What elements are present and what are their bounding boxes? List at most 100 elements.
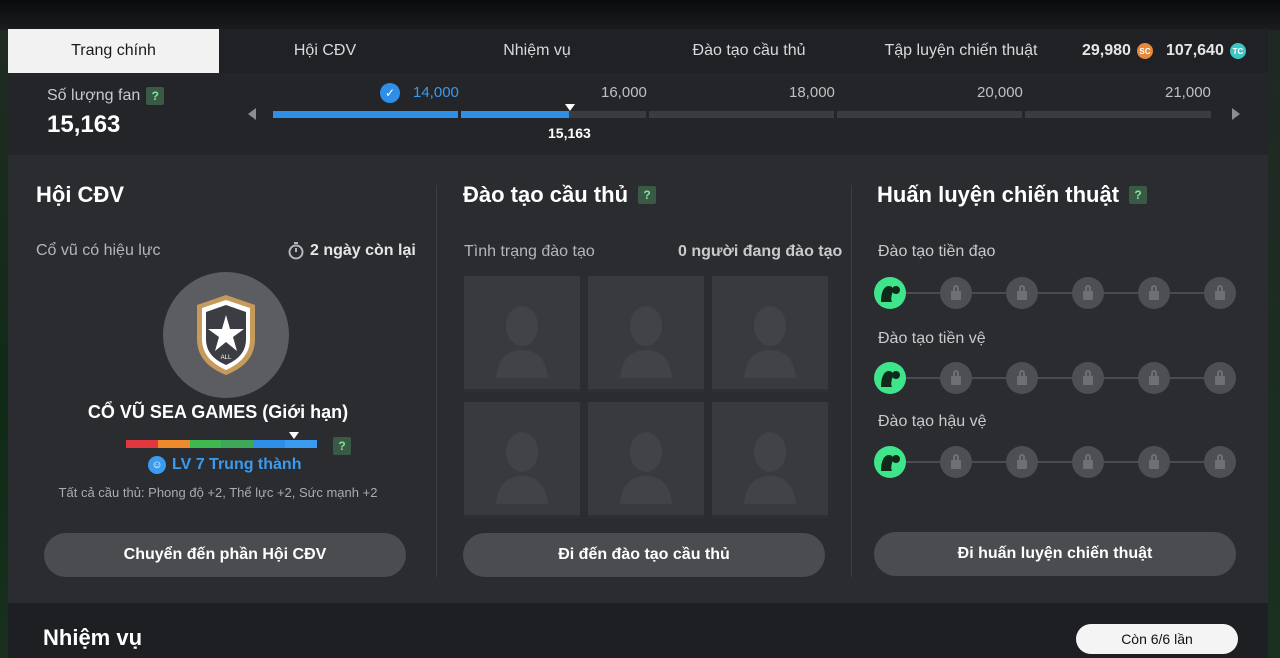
- help-icon[interactable]: ?: [638, 186, 657, 204]
- training-slot[interactable]: [588, 276, 704, 392]
- cheer-name: CỔ VŨ SEA GAMES (Giới hạn): [87, 402, 349, 422]
- player-silhouette-icon: [744, 306, 796, 378]
- go-to-tactical-training-button[interactable]: Đi huấn luyện chiến thuật: [874, 532, 1236, 576]
- locked-node[interactable]: [1072, 362, 1104, 394]
- level-segment: [126, 440, 158, 448]
- tc-currency: 107,640 TC: [1166, 29, 1246, 73]
- missions-section: Nhiệm vụ Còn 6/6 lần: [8, 603, 1268, 658]
- locked-node[interactable]: [1204, 446, 1236, 478]
- section-title: Đào tạo cầu thủ: [463, 182, 629, 207]
- player-silhouette-icon: [620, 432, 672, 504]
- missions-title: Nhiệm vụ: [43, 625, 143, 650]
- player-silhouette-icon: [620, 306, 672, 378]
- locked-node[interactable]: [1204, 277, 1236, 309]
- milestone-label: 16,000: [601, 84, 647, 101]
- background-pitch-right: [1268, 30, 1280, 658]
- locked-node[interactable]: [1138, 277, 1170, 309]
- locked-node[interactable]: [1072, 446, 1104, 478]
- lock-icon: [1149, 369, 1159, 385]
- locked-node[interactable]: [1072, 277, 1104, 309]
- tactical-training-section: Huấn luyện chiến thuật ? Đào tạo tiền đạ…: [852, 155, 1268, 603]
- training-slot[interactable]: [712, 402, 828, 518]
- forward-training-track: [874, 277, 1236, 309]
- sc-currency: 29,980 SC: [1082, 29, 1153, 73]
- progress-segment: [837, 111, 1022, 118]
- tab-player-training[interactable]: Đào tạo cầu thủ: [643, 29, 855, 73]
- checkmark-icon: ✓: [380, 83, 400, 103]
- level-segment: [285, 440, 317, 448]
- lock-icon: [1149, 284, 1159, 300]
- milestone-label: 14,000: [413, 84, 459, 101]
- player-ball-icon: [881, 455, 900, 471]
- locked-node[interactable]: [940, 362, 972, 394]
- progress-fill: [461, 111, 569, 118]
- background-pitch-left: [0, 30, 8, 658]
- remaining-attempts-badge: Còn 6/6 lần: [1076, 624, 1238, 654]
- training-slot[interactable]: [464, 276, 580, 392]
- training-slot[interactable]: [712, 276, 828, 392]
- cheer-badge: ALL: [163, 272, 289, 398]
- lock-icon: [1083, 284, 1093, 300]
- locked-node[interactable]: [1138, 362, 1170, 394]
- lock-icon: [1215, 284, 1225, 300]
- time-remaining: 2 ngày còn lại: [288, 242, 416, 260]
- locked-node[interactable]: [1006, 277, 1038, 309]
- badge-text: ALL: [221, 355, 232, 361]
- locked-node[interactable]: [940, 277, 972, 309]
- tab-fan-club[interactable]: Hội CĐV: [219, 29, 431, 73]
- lock-icon: [951, 453, 961, 469]
- scroll-left-arrow-icon[interactable]: [248, 108, 256, 120]
- active-training-node-icon[interactable]: [874, 277, 906, 309]
- sc-balance: 29,980: [1082, 42, 1131, 59]
- defense-training-track: [874, 446, 1236, 478]
- active-training-node-icon[interactable]: [874, 446, 906, 478]
- go-to-fan-club-button[interactable]: Chuyển đến phần Hội CĐV: [44, 533, 406, 577]
- locked-node[interactable]: [940, 446, 972, 478]
- bonus-description: Tất cả cầu thủ: Phong độ +2, Thể lực +2,…: [58, 485, 378, 500]
- fan-progress-track: [273, 111, 1211, 118]
- time-remaining-text: 2 ngày còn lại: [310, 242, 416, 259]
- player-ball-icon: [881, 371, 900, 387]
- go-to-player-training-button[interactable]: Đi đến đào tạo cầu thủ: [463, 533, 825, 577]
- main-panel: Hội CĐV Cổ vũ có hiệu lực 2 ngày còn lại…: [8, 155, 1268, 603]
- lock-icon: [1215, 369, 1225, 385]
- section-title: Hội CĐV: [36, 182, 124, 207]
- section-title-row: Đào tạo cầu thủ ?: [463, 182, 657, 208]
- sea-games-star-icon: ALL: [197, 295, 255, 375]
- level-marker: [289, 432, 299, 439]
- level-segment: [157, 440, 190, 448]
- locked-node[interactable]: [1138, 446, 1170, 478]
- current-position-marker: [565, 104, 575, 111]
- lock-icon: [1017, 369, 1027, 385]
- help-icon[interactable]: ?: [146, 87, 165, 105]
- fan-count-label: Số lượng fan: [47, 87, 141, 104]
- sc-coin-icon: SC: [1136, 43, 1153, 59]
- lock-icon: [1149, 453, 1159, 469]
- tab-home[interactable]: Trang chính: [8, 29, 219, 73]
- lock-icon: [1083, 369, 1093, 385]
- tab-tactical-training[interactable]: Tập luyện chiến thuật: [855, 29, 1067, 73]
- lock-icon: [1017, 284, 1027, 300]
- help-icon[interactable]: ?: [333, 437, 351, 455]
- training-status-value: 0 người đang đào tạo: [678, 243, 843, 260]
- player-silhouette-icon: [744, 432, 796, 504]
- active-training-node-icon[interactable]: [874, 362, 906, 394]
- level-segment: [253, 440, 286, 448]
- training-slot[interactable]: [464, 402, 580, 518]
- lock-icon: [1017, 453, 1027, 469]
- locked-node[interactable]: [1006, 362, 1038, 394]
- tc-coin-icon: TC: [1230, 43, 1246, 59]
- main-nav: Trang chính Hội CĐV Nhiệm vụ Đào tạo cầu…: [8, 29, 1268, 73]
- scroll-right-arrow-icon[interactable]: [1232, 108, 1240, 120]
- locked-node[interactable]: [1204, 362, 1236, 394]
- lock-icon: [951, 284, 961, 300]
- training-slot[interactable]: [588, 402, 704, 518]
- player-training-section: Đào tạo cầu thủ ? Tình trạng đào tạo 0 n…: [437, 155, 851, 603]
- fan-club-section: Hội CĐV Cổ vũ có hiệu lực 2 ngày còn lại…: [8, 155, 436, 603]
- tactic-row-label: Đào tạo hậu vệ: [878, 413, 987, 430]
- help-icon[interactable]: ?: [1129, 186, 1148, 204]
- milestone-label: 20,000: [977, 84, 1023, 101]
- locked-node[interactable]: [1006, 446, 1038, 478]
- tab-missions[interactable]: Nhiệm vụ: [431, 29, 643, 73]
- fan-count-label-row: Số lượng fan ?: [47, 87, 165, 105]
